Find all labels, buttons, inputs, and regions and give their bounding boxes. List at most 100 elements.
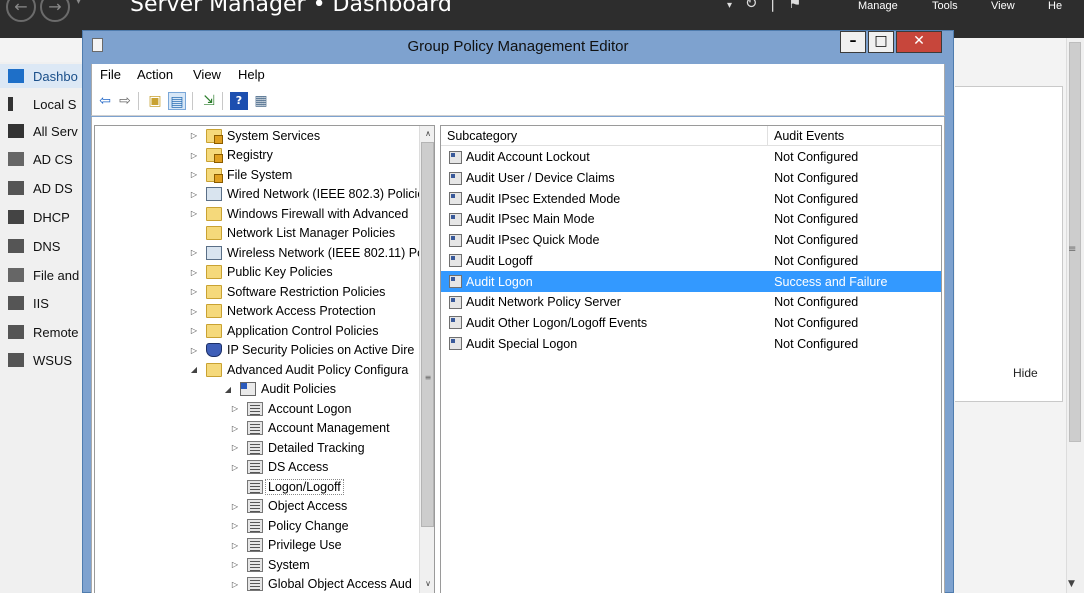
expand-icon[interactable]: ▷ — [230, 502, 240, 511]
menu-help[interactable]: Help — [238, 67, 265, 82]
up-folder-icon[interactable]: ▣ — [146, 92, 164, 110]
list-row-selected[interactable]: Audit Logon Success and Failure — [441, 271, 941, 292]
tree-scroll-thumb[interactable] — [421, 142, 434, 527]
expand-icon[interactable]: ▷ — [230, 521, 240, 530]
expand-icon[interactable]: ▷ — [230, 580, 240, 589]
tree-node[interactable]: ▷ Public Key Policies — [189, 263, 333, 282]
expand-icon[interactable]: ▷ — [230, 404, 240, 413]
sm-menu-view[interactable]: View — [991, 0, 1015, 12]
collapse-icon[interactable]: ◢ — [223, 385, 233, 394]
expand-icon[interactable]: ▷ — [189, 268, 199, 277]
tree-node[interactable]: ▷ Wireless Network (IEEE 802.11) Po — [189, 243, 424, 262]
expand-icon[interactable]: ▷ — [189, 190, 199, 199]
help-icon[interactable]: ? — [230, 92, 248, 110]
scroll-down-arrow-icon[interactable]: ▼ — [1068, 579, 1075, 589]
expand-icon[interactable]: ▷ — [189, 307, 199, 316]
expand-icon[interactable]: ▷ — [189, 287, 199, 296]
maximize-button[interactable]: □ — [868, 31, 894, 53]
sm-menu-tools[interactable]: Tools — [932, 0, 958, 12]
dropdown-icon[interactable]: ▾ — [727, 0, 732, 11]
tree-node[interactable]: ▷ Network Access Protection — [189, 302, 376, 321]
sidebar-item-dashboard[interactable]: Dashbo — [0, 64, 92, 88]
sm-menu-manage[interactable]: Manage — [858, 0, 898, 12]
tree-node[interactable]: ▷ Account Management — [230, 419, 390, 438]
sm-menu-help[interactable]: He — [1048, 0, 1062, 12]
menu-view[interactable]: View — [193, 67, 221, 82]
menu-action[interactable]: Action — [137, 67, 173, 82]
show-hide-tree-icon[interactable]: ▤ — [168, 92, 186, 110]
close-button[interactable]: ✕ — [896, 31, 942, 53]
tree-node[interactable]: Network List Manager Policies — [189, 224, 395, 243]
list-row[interactable]: Audit Logoff Not Configured — [441, 251, 941, 272]
list-row[interactable]: Audit IPsec Quick Mode Not Configured — [441, 230, 941, 251]
tree-node[interactable]: ▷ IP Security Policies on Active Dire — [189, 341, 414, 360]
list-row[interactable]: Audit User / Device Claims Not Configured — [441, 168, 941, 189]
tree-node[interactable]: ▷ Registry — [189, 146, 273, 165]
gpme-titlebar[interactable]: Group Policy Management Editor – □ ✕ — [83, 31, 953, 61]
forward-icon[interactable]: ⇨ — [116, 92, 134, 110]
tree-node[interactable]: ▷ System Services — [189, 126, 320, 145]
tree-node[interactable]: ▷ Object Access — [230, 497, 347, 516]
expand-icon[interactable]: ▷ — [189, 151, 199, 160]
list-row[interactable]: Audit IPsec Main Mode Not Configured — [441, 209, 941, 230]
refresh-icon[interactable]: ↻ — [745, 0, 758, 12]
collapse-icon[interactable]: ◢ — [189, 365, 199, 374]
expand-icon[interactable]: ▷ — [230, 541, 240, 550]
column-header-subcategory[interactable]: Subcategory — [441, 126, 768, 146]
sidebar-item-file-services[interactable]: File and — [0, 263, 92, 287]
sidebar-item-dns[interactable]: DNS — [0, 234, 92, 258]
scroll-up-arrow-icon[interactable]: ∧ — [422, 128, 434, 140]
export-list-icon[interactable]: ⇲ — [200, 92, 218, 110]
sidebar-item-all-servers[interactable]: All Serv — [0, 119, 92, 143]
sm-scroll-thumb[interactable] — [1069, 42, 1081, 442]
tree-node[interactable]: ▷ System — [230, 555, 310, 574]
tree-node[interactable]: ▷ Global Object Access Aud — [230, 575, 412, 593]
expand-icon[interactable]: ▷ — [189, 209, 199, 218]
expand-icon[interactable]: ▷ — [230, 560, 240, 569]
tree-node[interactable]: ◢ Advanced Audit Policy Configura — [189, 360, 408, 379]
sidebar-item-iis[interactable]: IIS — [0, 291, 92, 315]
tree-node[interactable]: ▷ DS Access — [230, 458, 328, 477]
minimize-button[interactable]: – — [840, 31, 866, 53]
sidebar-item-dhcp[interactable]: DHCP — [0, 205, 92, 229]
forward-arrow-icon[interactable]: → — [40, 0, 70, 22]
nav-dropdown-icon[interactable]: ▾ — [76, 0, 81, 7]
column-header-audit-events[interactable]: Audit Events — [768, 126, 941, 146]
flag-icon[interactable]: ⚑ — [788, 0, 801, 12]
expand-icon[interactable]: ▷ — [189, 326, 199, 335]
properties-icon[interactable]: ▦ — [252, 92, 270, 110]
expand-icon[interactable]: ▷ — [189, 131, 199, 140]
sidebar-item-wsus[interactable]: WSUS — [0, 348, 92, 372]
expand-icon[interactable]: ▷ — [189, 248, 199, 257]
tree-node[interactable]: ▷ Account Logon — [230, 399, 351, 418]
sidebar-item-remote[interactable]: Remote — [0, 320, 92, 344]
tree-node[interactable]: ▷ Windows Firewall with Advanced — [189, 204, 408, 223]
list-row[interactable]: Audit IPsec Extended Mode Not Configured — [441, 188, 941, 209]
tree-node[interactable]: ▷ Detailed Tracking — [230, 438, 365, 457]
tree-node[interactable]: ▷ File System — [189, 165, 292, 184]
menu-file[interactable]: File — [100, 67, 121, 82]
scroll-down-arrow-icon[interactable]: ∨ — [422, 578, 434, 590]
sidebar-item-ad-ds[interactable]: AD DS — [0, 176, 92, 200]
tree-node[interactable]: ▷ Software Restriction Policies — [189, 282, 385, 301]
list-row[interactable]: Audit Other Logon/Logoff Events Not Confi… — [441, 313, 941, 334]
tree-node[interactable]: ▷ Application Control Policies — [189, 321, 378, 340]
hide-link[interactable]: Hide — [1013, 366, 1038, 380]
expand-icon[interactable]: ▷ — [230, 463, 240, 472]
sidebar-item-ad-cs[interactable]: AD CS — [0, 147, 92, 171]
back-icon[interactable]: ⇦ — [96, 92, 114, 110]
sidebar-item-local-server[interactable]: Local S — [0, 92, 92, 116]
tree-node[interactable]: ▷ Wired Network (IEEE 802.3) Policie — [189, 185, 424, 204]
list-row[interactable]: Audit Account Lockout Not Configured — [441, 147, 941, 168]
back-arrow-icon[interactable]: ← — [6, 0, 36, 22]
list-row[interactable]: Audit Special Logon Not Configured — [441, 333, 941, 354]
tree-node-selected[interactable]: Logon/Logoff — [230, 477, 344, 496]
expand-icon[interactable]: ▷ — [230, 443, 240, 452]
expand-icon[interactable]: ▷ — [189, 170, 199, 179]
tree-vertical-scrollbar[interactable]: ∧ ≡ ∨ — [419, 126, 434, 593]
expand-icon[interactable]: ▷ — [189, 346, 199, 355]
tree-node[interactable]: ▷ Policy Change — [230, 516, 349, 535]
tree-node[interactable]: ◢ Audit Policies — [223, 380, 336, 399]
expand-icon[interactable]: ▷ — [230, 424, 240, 433]
list-row[interactable]: Audit Network Policy Server Not Configure… — [441, 292, 941, 313]
